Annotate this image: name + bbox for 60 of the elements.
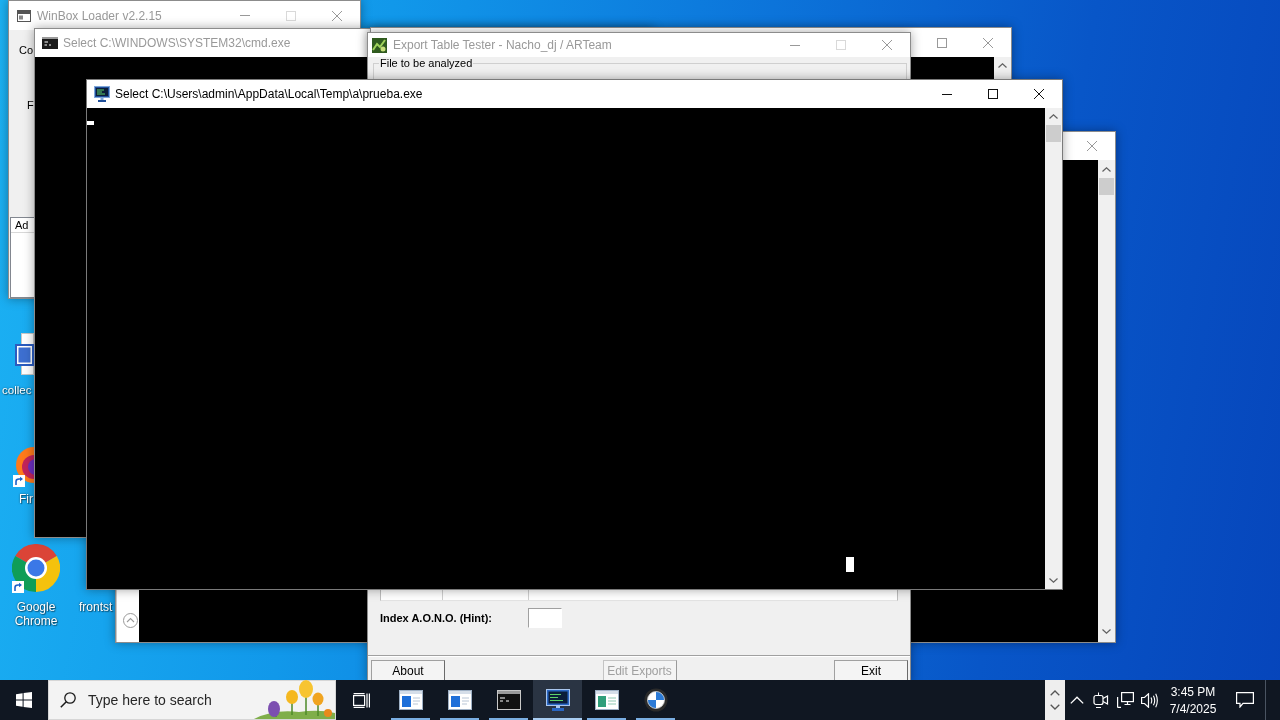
scrollbar[interactable] (994, 57, 1011, 79)
window-title: Select C:\WINDOWS\SYSTEM32\cmd.exe (63, 36, 291, 50)
minimize-icon (240, 15, 250, 16)
window-icon (17, 9, 31, 22)
network-icon[interactable] (1116, 692, 1134, 708)
block-cursor-icon (846, 557, 854, 572)
taskbar-app-button[interactable] (533, 680, 582, 720)
scrollbar[interactable] (1045, 108, 1062, 589)
scrollbar[interactable] (1098, 160, 1115, 642)
maximize-icon (937, 37, 947, 48)
minimize-icon (790, 44, 800, 46)
sheet-window-icon (594, 690, 619, 710)
window-title: Select C:\Users\admin\AppData\Local\Temp\a\prueba.exe (115, 87, 423, 101)
camera-icon[interactable] (1093, 692, 1109, 708)
segmented-circle-icon[interactable] (12, 544, 60, 592)
maximize-icon (988, 89, 998, 99)
windows-logo-icon (16, 692, 32, 708)
monitor-icon (94, 86, 110, 102)
close-icon (1087, 141, 1097, 151)
hint-label: Index A.O.N.O. (Hint): (380, 612, 494, 624)
window-title: WinBox Loader v2.2.15 (37, 8, 162, 23)
document-icon[interactable] (15, 333, 34, 375)
window-icon (398, 690, 423, 710)
notification-icon[interactable] (1236, 692, 1254, 708)
clock-time[interactable]: 3:45 PM (1170, 684, 1216, 699)
close-icon (332, 10, 342, 21)
dialog-button[interactable]: Exit (834, 660, 908, 681)
close-icon (1034, 89, 1044, 99)
window-icon (447, 690, 472, 710)
hint-field[interactable] (528, 608, 562, 628)
field-label: Co (19, 43, 35, 57)
app-icon (372, 37, 387, 53)
dialog-button[interactable]: About (371, 660, 445, 681)
scroll-thumb[interactable] (1046, 125, 1061, 142)
shortcut-arrow-icon (12, 581, 24, 593)
task-view-icon (352, 692, 370, 708)
console-icon (42, 37, 58, 49)
close-icon (983, 37, 993, 48)
monitor-icon (545, 689, 570, 711)
quartered-circle-icon (643, 688, 668, 712)
scroll-thumb[interactable] (1099, 178, 1114, 195)
search-field[interactable]: Type here to search (48, 680, 336, 720)
list-box[interactable]: Ad (10, 217, 35, 298)
maximize-icon (836, 40, 846, 50)
chevron-circle-icon[interactable] (123, 613, 138, 628)
chevron-down-icon[interactable] (1102, 629, 1111, 634)
search-icon (60, 692, 76, 708)
group-label: File to be analyzed (379, 57, 474, 70)
field-label: F (27, 98, 35, 112)
chevron-up-icon[interactable] (1050, 690, 1060, 696)
speaker-icon[interactable] (1140, 692, 1158, 708)
close-icon (882, 40, 892, 50)
minimize-icon (942, 93, 952, 95)
shortcut-arrow-icon (13, 475, 25, 487)
chevron-down-icon[interactable] (1049, 578, 1058, 583)
chevron-down-icon[interactable] (1050, 704, 1060, 710)
console-icon (496, 690, 521, 710)
window-title: Export Table Tester - Nacho_dj / ARTeam (393, 38, 612, 52)
maximize-icon (286, 10, 296, 21)
clock-date[interactable]: 7/4/2025 (1169, 701, 1217, 716)
